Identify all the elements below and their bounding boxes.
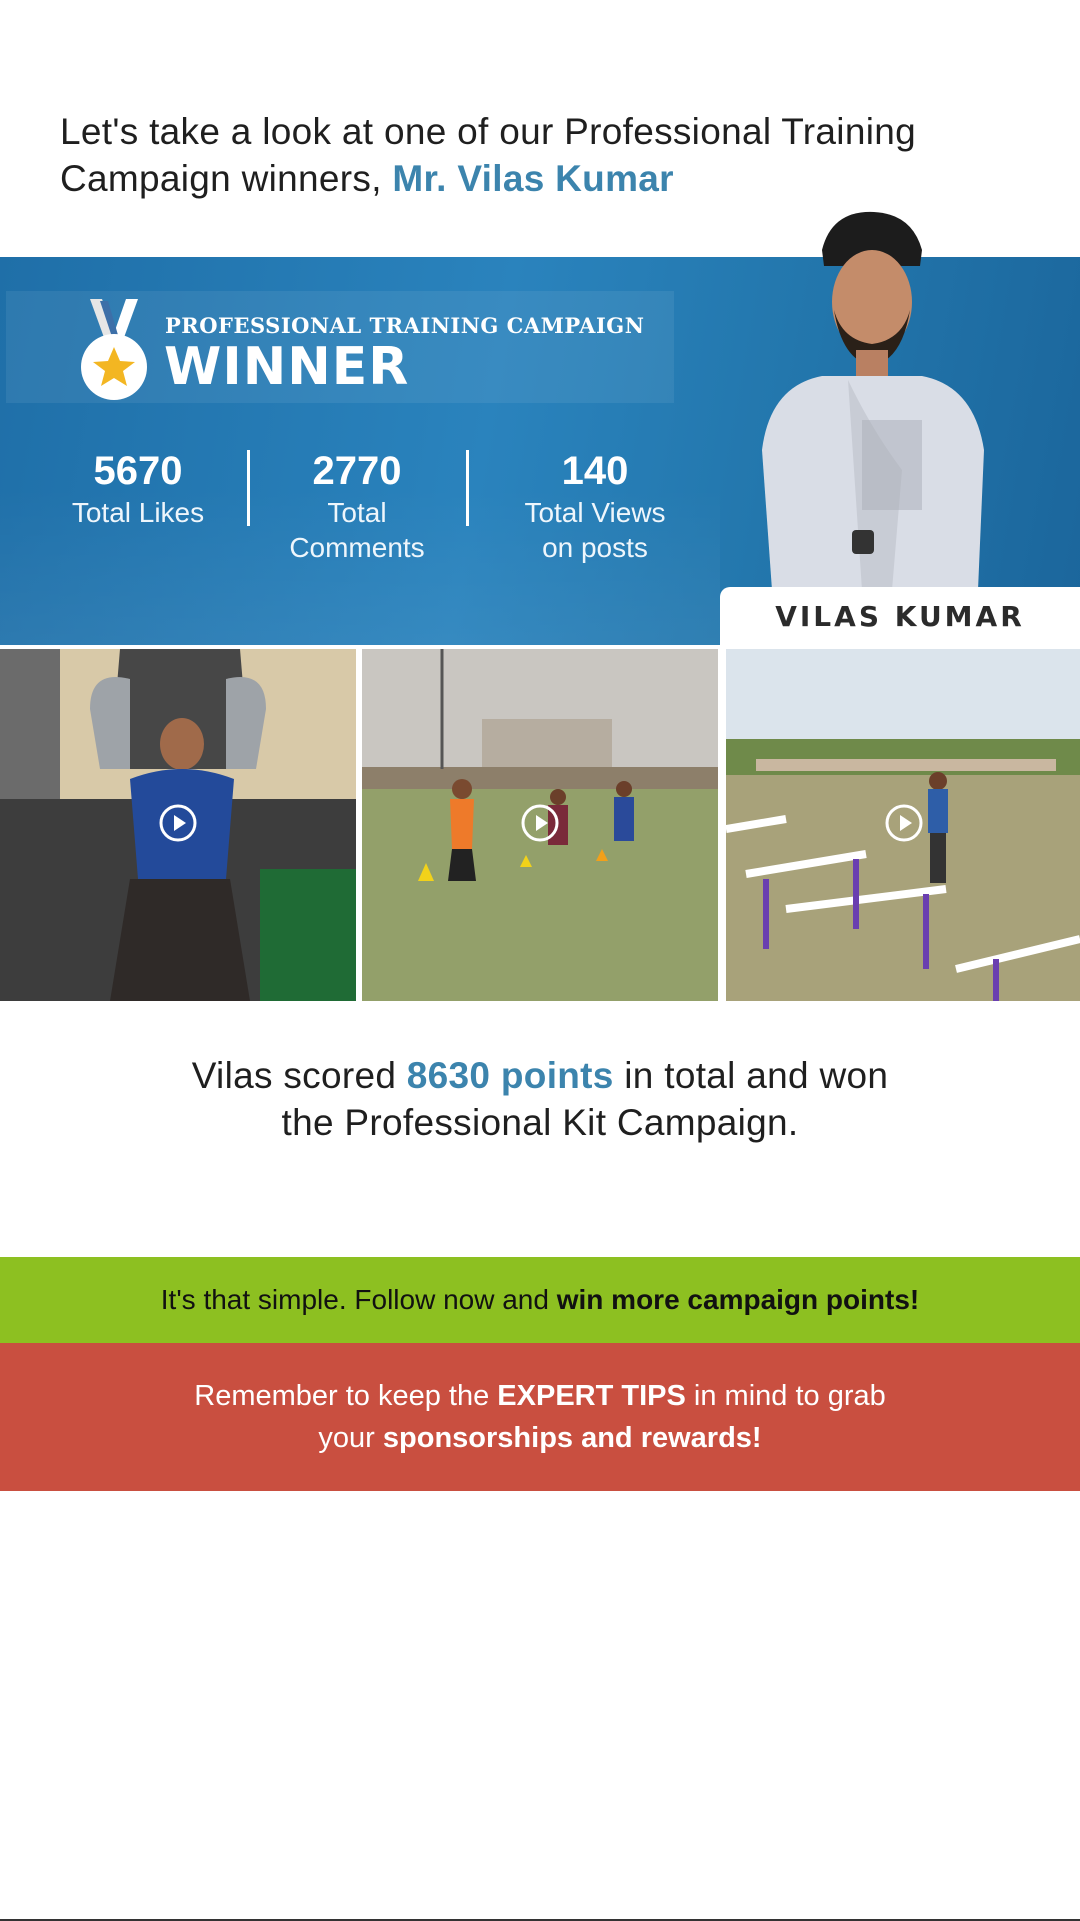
play-icon — [159, 804, 197, 842]
stat-value: 5670 — [93, 449, 183, 493]
expert-tips-bold: EXPERT TIPS — [497, 1380, 686, 1412]
winner-photo — [762, 211, 984, 590]
stat-label-line2: on posts — [542, 532, 648, 563]
stat-label: Total — [327, 497, 387, 528]
stat-divider — [466, 450, 469, 526]
winner-name-tab: VILAS KUMAR — [720, 587, 1080, 645]
tips-text-3: your — [318, 1422, 375, 1454]
follow-cta-band: It's that simple. Follow now and win mor… — [0, 1257, 1080, 1343]
tips-text-2: in mind to grab — [693, 1380, 886, 1412]
play-icon — [521, 804, 559, 842]
tips-text-1: Remember to keep the — [194, 1380, 490, 1412]
winner-label: WINNER — [164, 337, 410, 397]
campaign-label: PROFESSIONAL TRAINING CAMPAIGN — [165, 313, 645, 338]
intro-text: Let's take a look at one of our Professi… — [60, 108, 960, 202]
stat-label: Total Likes — [71, 497, 205, 528]
stat-label: Total Views — [524, 497, 666, 528]
stat-label-line2: Comments — [289, 532, 425, 563]
winner-name-label: VILAS KUMAR — [775, 599, 1025, 633]
stat-divider — [247, 450, 250, 526]
sponsorships-bold: sponsorships and rewards! — [382, 1422, 762, 1454]
follow-text: It's that simple. Follow now and — [160, 1284, 549, 1315]
summary-line2: the Professional Kit Campaign. — [281, 1102, 799, 1143]
summary-suffix: in total and won — [624, 1055, 889, 1096]
stat-total-views: 140 Total Views on posts — [500, 447, 690, 565]
stat-total-likes: 5670 Total Likes — [58, 447, 218, 530]
video-thumbnail-field-drill[interactable] — [362, 649, 718, 1001]
summary-prefix: Vilas scored — [191, 1055, 397, 1096]
stat-total-comments: 2770 Total Comments — [268, 447, 446, 565]
stat-value: 2770 — [312, 449, 402, 493]
play-icon — [885, 804, 923, 842]
video-thumbnail-hurdles[interactable] — [726, 649, 1080, 1001]
expert-tips-band: Remember to keep the EXPERT TIPS in mind… — [0, 1343, 1080, 1491]
medal-star-icon — [81, 299, 147, 400]
video-gallery — [0, 649, 1080, 1001]
follow-bold-text: win more campaign points! — [556, 1284, 920, 1315]
points-highlight: 8630 points — [406, 1055, 614, 1096]
winner-name-highlight: Mr. Vilas Kumar — [392, 158, 674, 199]
video-thumbnail-gym[interactable] — [0, 649, 356, 1001]
stat-value: 140 — [561, 449, 629, 493]
summary-text: Vilas scored 8630 points in total and wo… — [0, 1052, 1080, 1146]
